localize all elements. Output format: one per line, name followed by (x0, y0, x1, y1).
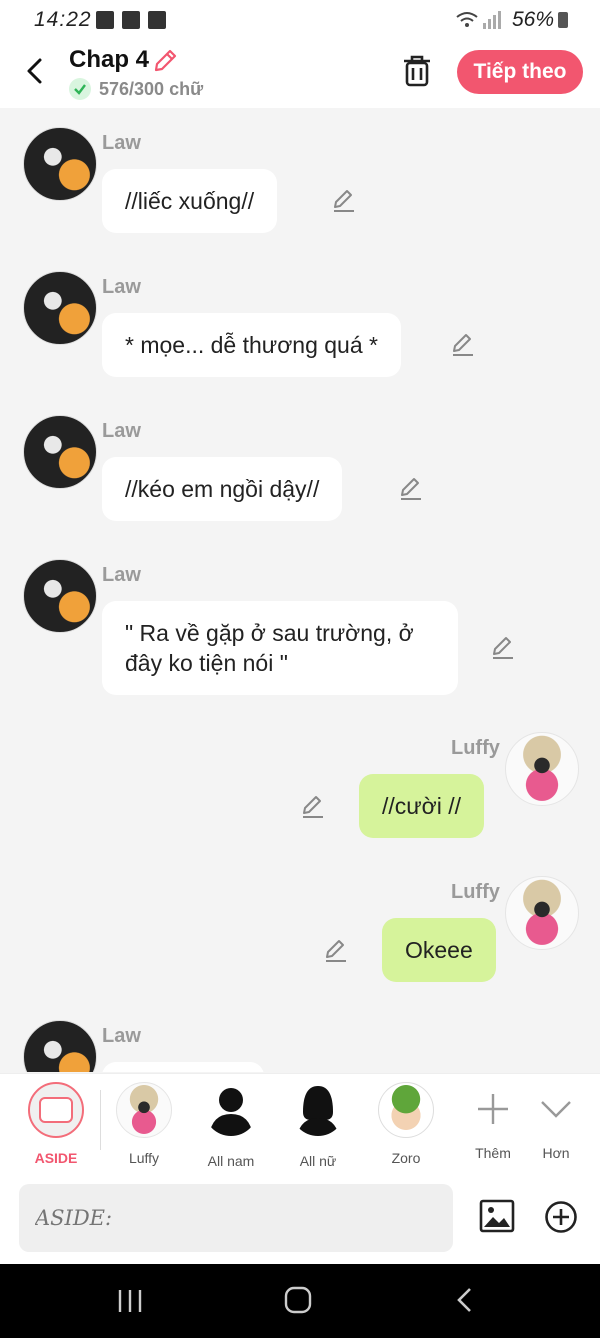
message-bubble[interactable]: Okeee (382, 918, 496, 982)
message-input[interactable] (19, 1184, 453, 1252)
message-bubble[interactable]: " Ra về gặp ở sau trường, ở đây ko tiện … (102, 601, 458, 695)
signal-icon (483, 11, 501, 29)
more-label: Hơn (542, 1145, 570, 1161)
character-label: ASIDE (34, 1150, 78, 1166)
male-silhouette-icon (209, 1088, 253, 1136)
sender-name: Law (102, 564, 141, 586)
edit-message-icon[interactable] (450, 332, 476, 358)
page-title: Chap 4 (69, 46, 150, 73)
character-all-male[interactable]: All nam (195, 1082, 267, 1169)
sender-name: Luffy (451, 737, 500, 759)
status-time: 14:22 (34, 8, 92, 31)
message-bubble[interactable]: //liếc xuống// (102, 169, 278, 233)
word-count-text: 576/300 chữ (99, 78, 204, 99)
message-bubble[interactable]: //cười // (359, 774, 485, 838)
edit-message-icon[interactable] (300, 794, 326, 820)
edit-message-icon[interactable] (398, 476, 424, 502)
aside-icon (28, 1082, 84, 1138)
back-icon[interactable] (22, 56, 48, 86)
add-character-button[interactable]: Thêm (457, 1082, 529, 1161)
avatar-law[interactable] (23, 559, 97, 633)
character-label: Luffy (128, 1150, 160, 1166)
checkbox-icon (148, 11, 166, 29)
battery-percent: 56% (511, 8, 554, 31)
gallery-icon (96, 11, 114, 29)
header: Chap 4 576/300 chữ Tiếp theo (0, 40, 600, 108)
next-button[interactable]: Tiếp theo (457, 50, 583, 94)
message-bubble[interactable] (102, 1062, 264, 1072)
system-nav-bar (0, 1264, 600, 1338)
news-icon (122, 11, 140, 29)
image-icon[interactable] (479, 1198, 515, 1234)
recents-icon[interactable] (116, 1288, 144, 1314)
avatar-law[interactable] (23, 271, 97, 345)
character-all-female[interactable]: All nữ (282, 1082, 354, 1169)
edit-message-icon[interactable] (331, 188, 357, 214)
avatar-law[interactable] (23, 415, 97, 489)
status-bar: 14:22 56% (0, 0, 600, 40)
divider (100, 1090, 101, 1150)
avatar-law[interactable] (23, 1020, 97, 1072)
character-label: All nữ (299, 1153, 337, 1169)
zoro-avatar (378, 1082, 434, 1138)
character-bar: ASIDE Luffy All nam All nữ Zoro Thêm Hơn (0, 1073, 600, 1174)
avatar-luffy[interactable] (505, 876, 579, 950)
message-bubble[interactable]: //kéo em ngồi dậy// (102, 457, 343, 521)
chat-area[interactable]: Law //liếc xuống// Law * mọe... dễ thươn… (0, 108, 600, 1072)
character-label: Zoro (391, 1150, 421, 1166)
sender-name: Luffy (451, 881, 500, 903)
add-label: Thêm (475, 1145, 511, 1161)
home-icon[interactable] (284, 1286, 312, 1314)
luffy-avatar (116, 1082, 172, 1138)
check-icon (69, 78, 91, 100)
wifi-icon (456, 12, 478, 27)
add-circle-icon[interactable] (544, 1200, 578, 1234)
avatar-law[interactable] (23, 127, 97, 201)
avatar-luffy[interactable] (505, 732, 579, 806)
edit-message-icon[interactable] (323, 938, 349, 964)
message-bubble[interactable]: * mọe... dễ thương quá * (102, 313, 401, 377)
edit-title-icon[interactable] (152, 48, 178, 74)
character-luffy[interactable]: Luffy (108, 1082, 180, 1166)
battery-icon (558, 12, 568, 28)
composer-bar (0, 1174, 600, 1264)
edit-message-icon[interactable] (490, 635, 516, 661)
sender-name: Law (102, 1025, 141, 1047)
more-characters-button[interactable]: Hơn (520, 1082, 592, 1161)
sender-name: Law (102, 420, 141, 442)
sender-name: Law (102, 276, 141, 298)
character-zoro[interactable]: Zoro (370, 1082, 442, 1166)
character-label: All nam (207, 1153, 255, 1169)
plus-icon (478, 1094, 508, 1124)
chevron-down-icon (541, 1101, 571, 1118)
back-nav-icon[interactable] (454, 1286, 476, 1314)
female-silhouette-icon (297, 1086, 339, 1136)
trash-icon[interactable] (401, 54, 433, 88)
sender-name: Law (102, 132, 141, 154)
word-count: 576/300 chữ (69, 78, 203, 100)
character-aside[interactable]: ASIDE (20, 1082, 92, 1166)
